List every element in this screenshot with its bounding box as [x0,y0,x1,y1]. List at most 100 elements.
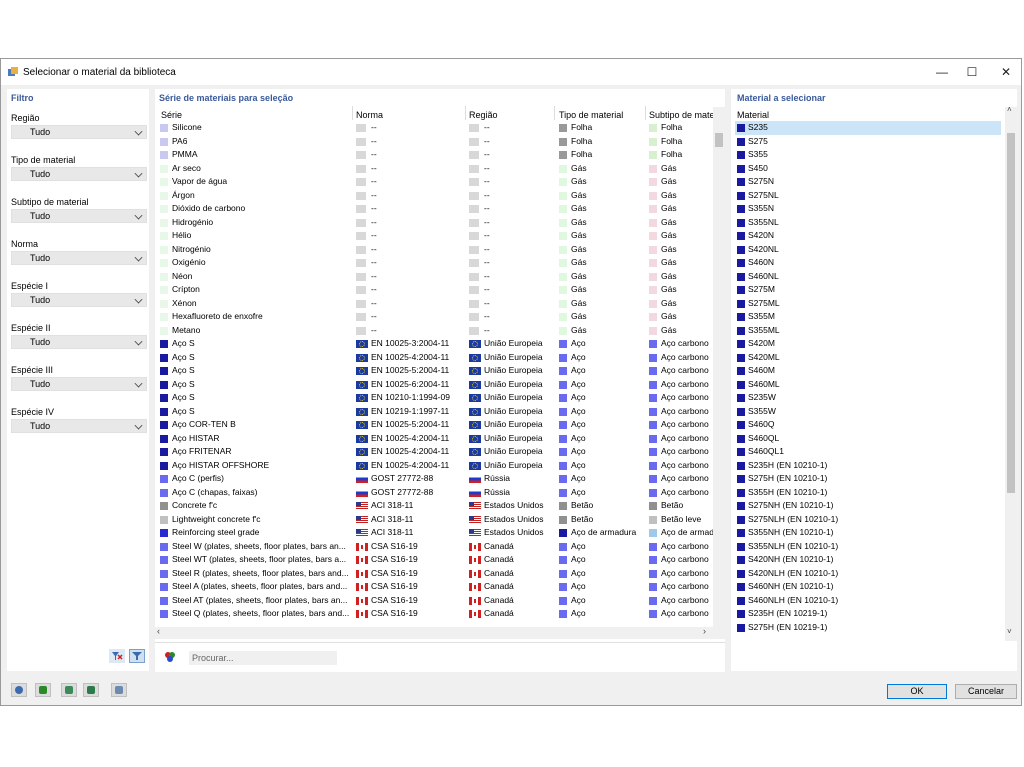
filter-combo[interactable]: Tudo [11,293,147,307]
clear-filter-button[interactable] [109,649,125,663]
list-item[interactable]: S460Q [735,418,1001,432]
list-item[interactable]: S275NH (EN 10210-1) [735,499,1001,513]
list-item[interactable]: S420N [735,229,1001,243]
table-row[interactable]: Aço S EN 10025-3:2004-11 União Europeia Aço… [155,337,711,351]
table-row[interactable]: Crípton -- -- Gás Gás [155,283,711,297]
filter-combo[interactable]: Tudo [11,209,147,223]
col-header-serie[interactable]: Série [161,110,182,120]
filter-combo[interactable]: Tudo [11,251,147,265]
table-row[interactable]: Lightweight concrete f'c ACI 318-11 Estado… [155,513,711,527]
table-row[interactable]: Aço S EN 10025-6:2004-11 União Europeia Aço… [155,378,711,392]
table-row[interactable]: Nitrogénio -- -- Gás Gás [155,243,711,257]
scroll-right-icon[interactable]: › [703,626,706,636]
list-item[interactable]: S460NL [735,270,1001,284]
scroll-up-icon[interactable]: ˄ [1007,105,1012,114]
filter-combo[interactable]: Tudo [11,167,147,181]
table-row[interactable]: Aço C (chapas, faixas) GOST 27772-88 Rússi… [155,486,711,500]
col-header-norma[interactable]: Norma [356,110,383,120]
table-row[interactable]: Silicone -- -- Folha Folha [155,121,711,135]
list-item[interactable]: S355NLH (EN 10210-1) [735,540,1001,554]
table-row[interactable]: Aço FRITENAR EN 10025-4:2004-11 União Euro… [155,445,711,459]
cancel-button[interactable]: Cancelar [955,684,1017,699]
table-row[interactable]: PMMA -- -- Folha Folha [155,148,711,162]
table-row[interactable]: Reinforcing steel grade ACI 318-11 Estados… [155,526,713,540]
table-row[interactable]: Aço C (perfis) GOST 27772-88 Rússia Aço Aço … [155,472,711,486]
material-scroll-thumb[interactable] [1007,133,1015,493]
table-row[interactable]: Steel A (plates, sheets, floor plates, b… [155,580,711,594]
list-item[interactable]: S355 [735,148,1001,162]
table-row[interactable]: Steel WT (plates, sheets, floor plates, … [155,553,711,567]
list-item[interactable]: S460M [735,364,1001,378]
list-item[interactable]: S450 [735,162,1001,176]
list-item[interactable]: S355ML [735,324,1001,338]
table-row[interactable]: Steel R (plates, sheets, floor plates, b… [155,567,711,581]
search-input[interactable]: Procurar... [189,651,337,665]
list-item[interactable]: S275H (EN 10210-1) [735,472,1001,486]
col-header-regiao[interactable]: Região [469,110,498,120]
table-row[interactable]: Metano -- -- Gás Gás [155,324,711,338]
series-scrollbar[interactable] [713,107,725,627]
table-row[interactable]: Aço HISTAR EN 10025-4:2004-11 União Europe… [155,432,711,446]
list-item[interactable]: S460QL1 [735,445,1001,459]
list-item[interactable]: S355H (EN 10210-1) [735,486,1001,500]
table-row[interactable]: Dióxido de carbono -- -- Gás Gás [155,202,711,216]
table-row[interactable]: Aço HISTAR OFFSHORE EN 10025-4:2004-11 Uni… [155,459,711,473]
filter-button[interactable] [129,649,145,663]
table-row[interactable]: Hexafluoreto de enxofre -- -- Gás Gás [155,310,711,324]
list-item[interactable]: S275N [735,175,1001,189]
table-row[interactable]: Xénon -- -- Gás Gás [155,297,711,311]
colors-icon[interactable] [163,650,177,664]
table-row[interactable]: PA6 -- -- Folha Folha [155,135,711,149]
col-header-subtipo[interactable]: Subtipo de mate [649,110,713,120]
list-item[interactable]: S275NL [735,189,1001,203]
minimize-button[interactable]: — [927,63,957,81]
list-item[interactable]: S420M [735,337,1001,351]
table-row[interactable]: Concrete f'c ACI 318-11 Estados Unidos Betã… [155,499,711,513]
list-item[interactable]: S460NLH (EN 10210-1) [735,594,1001,608]
filter-combo[interactable]: Tudo [11,419,147,433]
close-button[interactable]: ✕ [991,63,1021,81]
scroll-left-icon[interactable]: ‹ [157,626,160,636]
list-item[interactable]: S275H (EN 10219-1) [735,621,1001,635]
table-row[interactable]: Aço S EN 10025-5:2004-11 União Europeia Aço… [155,364,711,378]
list-item[interactable]: S235 [735,121,1001,135]
ok-button[interactable]: OK [887,684,947,699]
table-row[interactable]: Árgon -- -- Gás Gás [155,189,711,203]
list-item[interactable]: S420ML [735,351,1001,365]
list-item[interactable]: S275NLH (EN 10210-1) [735,513,1001,527]
list-item[interactable]: S235H (EN 10210-1) [735,459,1001,473]
filter-combo[interactable]: Tudo [11,335,147,349]
list-item[interactable]: S460NH (EN 10210-1) [735,580,1001,594]
series-scroll-thumb[interactable] [715,133,723,147]
table-row[interactable]: Oxigénio -- -- Gás Gás [155,256,711,270]
table-row[interactable]: Vapor de água -- -- Gás Gás [155,175,711,189]
table-row[interactable]: Aço S EN 10025-4:2004-11 União Europeia Aço… [155,351,711,365]
import-tool-button[interactable] [61,683,77,697]
table-row[interactable]: Aço S EN 10219-1:1997-11 União Europeia Aço… [155,405,711,419]
series-hscrollbar[interactable]: ‹ › [155,626,725,639]
scroll-down-icon[interactable]: ˅ [1007,627,1012,636]
material-scrollbar[interactable]: ˄ ˅ [1005,105,1017,641]
table-row[interactable]: Ar seco -- -- Gás Gás [155,162,711,176]
table-row[interactable]: Néon -- -- Gás Gás [155,270,711,284]
library-tool-button[interactable] [83,683,99,697]
list-item[interactable]: S275ML [735,297,1001,311]
list-item[interactable]: S460N [735,256,1001,270]
list-item[interactable]: S275 [735,135,1001,149]
list-item[interactable]: S420NL [735,243,1001,257]
table-row[interactable]: Steel W (plates, sheets, floor plates, b… [155,540,711,554]
list-item[interactable]: S355W [735,405,1001,419]
col-header-tipo[interactable]: Tipo de material [559,110,623,120]
table-row[interactable]: Aço S EN 10210-1:1994-09 União Europeia Aço… [155,391,711,405]
list-item[interactable]: S420NLH (EN 10210-1) [735,567,1001,581]
table-row[interactable]: Aço COR-TEN B EN 10025-5:2004-11 União Eur… [155,418,711,432]
list-item[interactable]: S235H (EN 10219-1) [735,607,1001,621]
list-item[interactable]: S235W [735,391,1001,405]
col-header-material[interactable]: Material [737,110,769,120]
copy-tool-button[interactable] [111,683,127,697]
list-item[interactable]: S275M [735,283,1001,297]
list-item[interactable]: S355N [735,202,1001,216]
filter-combo[interactable]: Tudo [11,377,147,391]
zoom-tool-button[interactable] [11,683,27,697]
list-item[interactable]: S355NH (EN 10210-1) [735,526,1001,540]
